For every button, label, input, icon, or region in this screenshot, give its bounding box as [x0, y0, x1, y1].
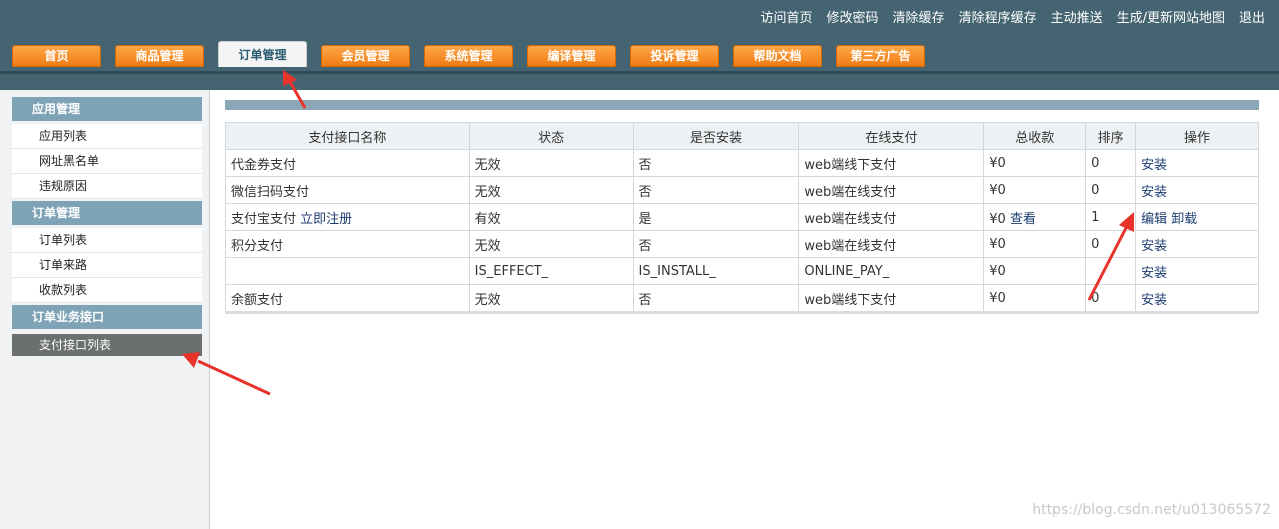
arrow-icon-tab: [283, 70, 307, 109]
annotation-arrows: [182, 70, 1134, 396]
arrow-icon-edit: [1087, 212, 1134, 301]
arrow-icon-sidebar: [182, 352, 271, 396]
